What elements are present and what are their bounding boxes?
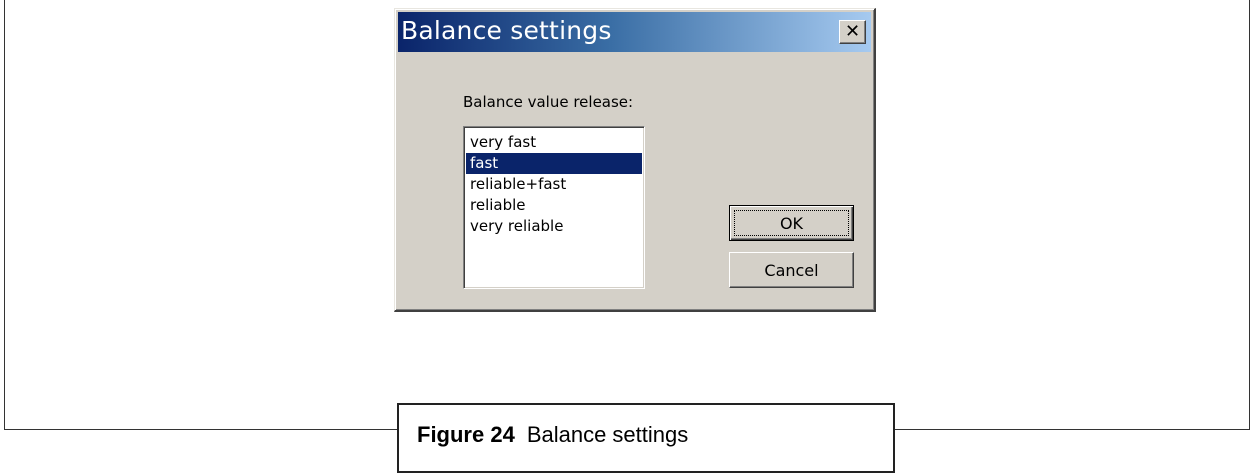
cancel-button-label: Cancel (764, 260, 819, 280)
list-item-reliable[interactable]: reliable (466, 195, 642, 216)
list-item-fast[interactable]: fast (466, 153, 642, 174)
figure-caption: Figure 24 Balance settings (397, 403, 895, 473)
list-item-very-fast[interactable]: very fast (466, 132, 642, 153)
caption-text-line: Figure 24 Balance settings (417, 422, 688, 448)
focus-rectangle (734, 210, 849, 236)
dialog-title: Balance settings (401, 16, 612, 45)
balance-value-release-listbox[interactable]: very fast fast reliable+fast reliable ve… (463, 126, 645, 289)
figure-title: Balance settings (526, 422, 689, 447)
ok-button[interactable]: OK (729, 205, 854, 241)
list-item-reliable-fast[interactable]: reliable+fast (466, 174, 642, 195)
close-icon: ✕ (844, 21, 861, 42)
title-bar[interactable]: Balance settings ✕ (398, 12, 871, 52)
balance-value-release-label: Balance value release: (463, 93, 634, 111)
balance-settings-dialog: Balance settings ✕ Balance value release… (394, 8, 876, 312)
figure-number: Figure 24 (417, 422, 515, 447)
cancel-button[interactable]: Cancel (729, 252, 854, 288)
close-button[interactable]: ✕ (839, 20, 866, 44)
list-item-very-reliable[interactable]: very reliable (466, 216, 642, 237)
